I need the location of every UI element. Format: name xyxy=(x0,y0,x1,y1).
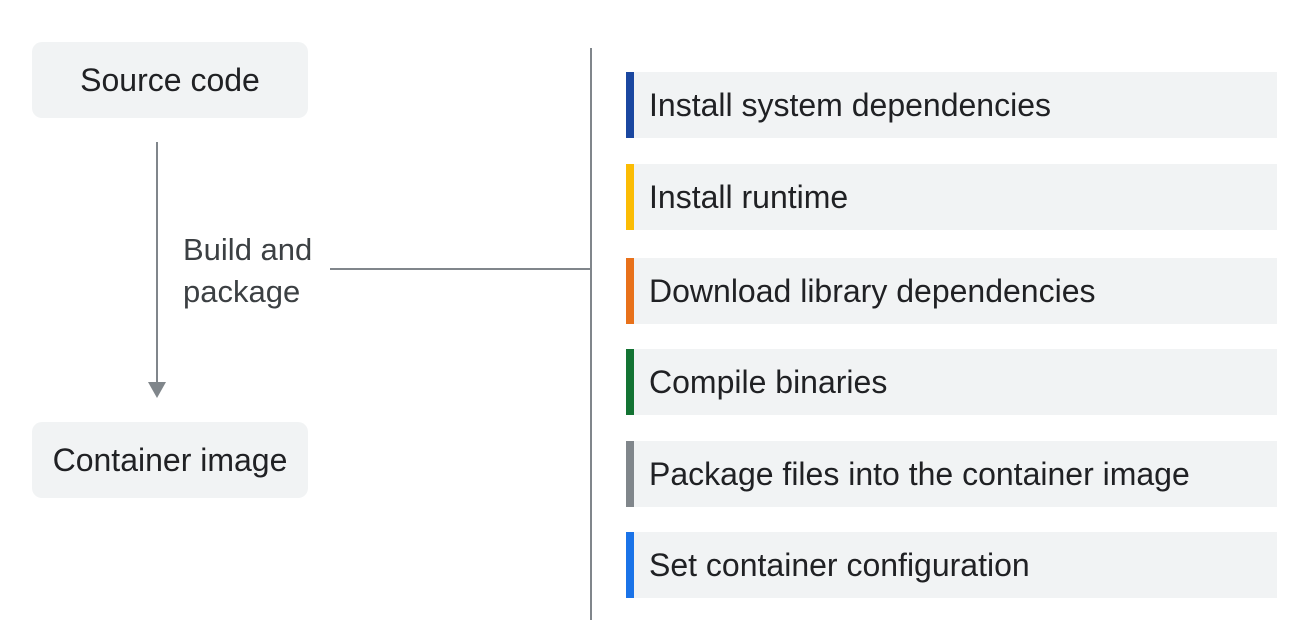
step-color-bar xyxy=(626,349,634,415)
step-color-bar xyxy=(626,72,634,138)
step-color-bar xyxy=(626,441,634,507)
step-install-system-dependencies: Install system dependencies xyxy=(626,72,1277,138)
source-code-node: Source code xyxy=(32,42,308,118)
arrow-down-icon xyxy=(148,382,166,398)
step-label: Compile binaries xyxy=(649,363,888,400)
step-label: Download library dependencies xyxy=(649,272,1096,309)
step-label: Set container configuration xyxy=(649,546,1030,583)
source-code-label: Source code xyxy=(80,61,260,98)
step-color-bar xyxy=(626,258,634,324)
horizontal-connector xyxy=(330,268,591,270)
step-package-files: Package files into the container image xyxy=(626,441,1277,507)
build-package-label: Build and package xyxy=(183,229,312,313)
step-install-runtime: Install runtime xyxy=(626,164,1277,230)
step-label: Install system dependencies xyxy=(649,86,1051,123)
step-color-bar xyxy=(626,164,634,230)
build-steps-list: Install system dependencies Install runt… xyxy=(626,0,1277,624)
container-image-label: Container image xyxy=(52,441,288,478)
flow-arrow-line xyxy=(156,142,158,384)
step-color-bar xyxy=(626,532,634,598)
vertical-bracket-line xyxy=(590,48,592,620)
step-set-container-configuration: Set container configuration xyxy=(626,532,1277,598)
edge-label-line-2: package xyxy=(183,274,301,309)
step-download-library-dependencies: Download library dependencies xyxy=(626,258,1277,324)
step-compile-binaries: Compile binaries xyxy=(626,349,1277,415)
step-label: Package files into the container image xyxy=(649,455,1190,492)
container-image-node: Container image xyxy=(32,422,308,498)
edge-label-line-1: Build and xyxy=(183,232,313,267)
step-label: Install runtime xyxy=(649,178,849,215)
